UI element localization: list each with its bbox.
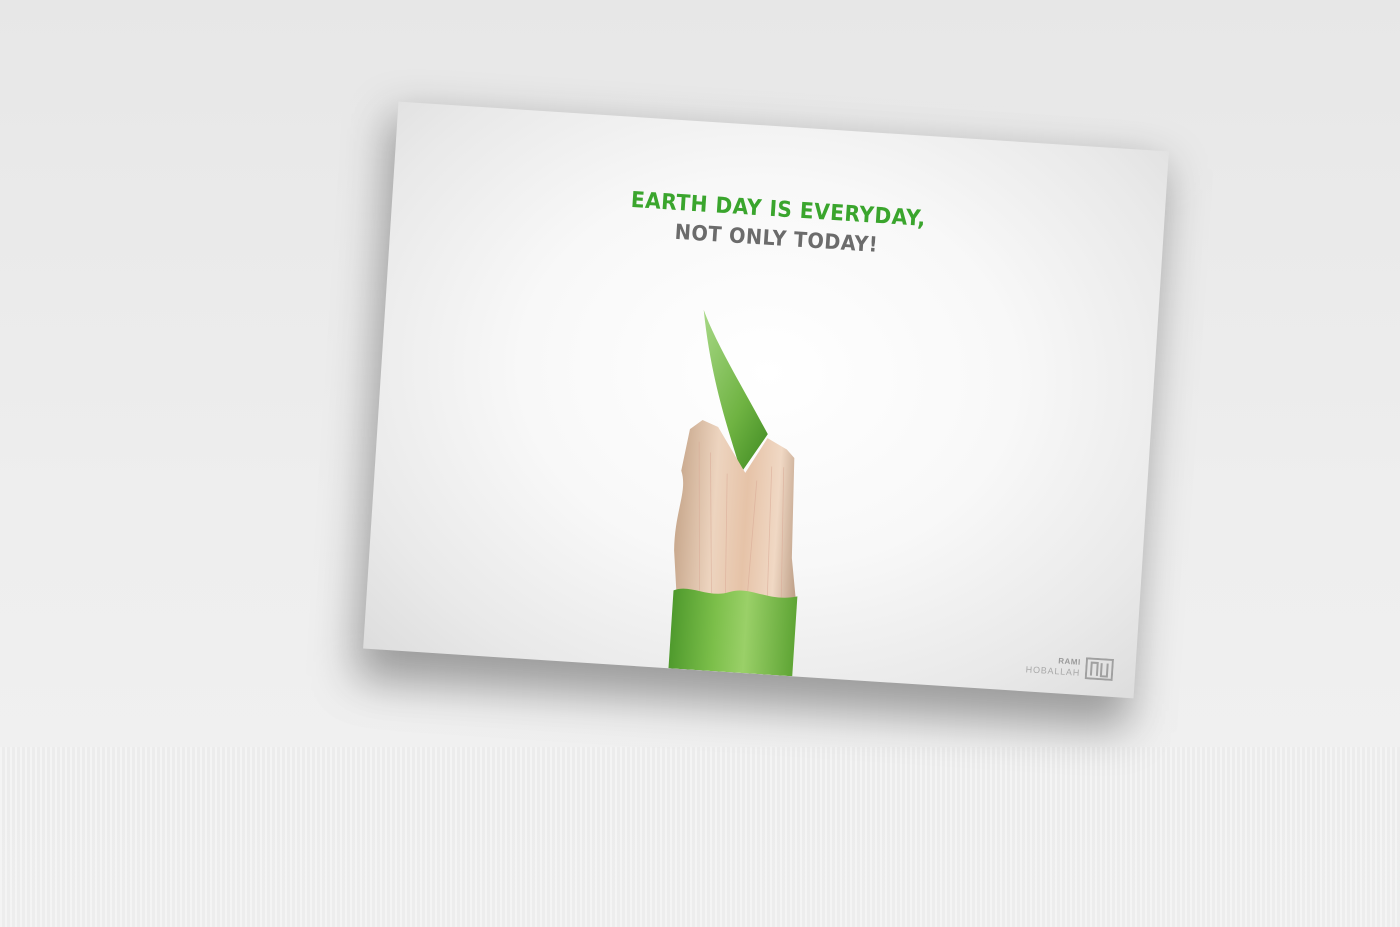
- brand-last-name: HOBALLAH: [1025, 664, 1081, 678]
- poster-card: EARTH DAY IS EVERYDAY, NOT ONLY TODAY! R…: [363, 101, 1169, 699]
- background-texture: [0, 747, 1400, 927]
- rh-logo-icon: [1084, 657, 1115, 681]
- pencil-illustration: [668, 309, 798, 677]
- headline: EARTH DAY IS EVERYDAY, NOT ONLY TODAY!: [390, 172, 1164, 278]
- brand-signature: RAMI HOBALLAH: [1025, 653, 1115, 681]
